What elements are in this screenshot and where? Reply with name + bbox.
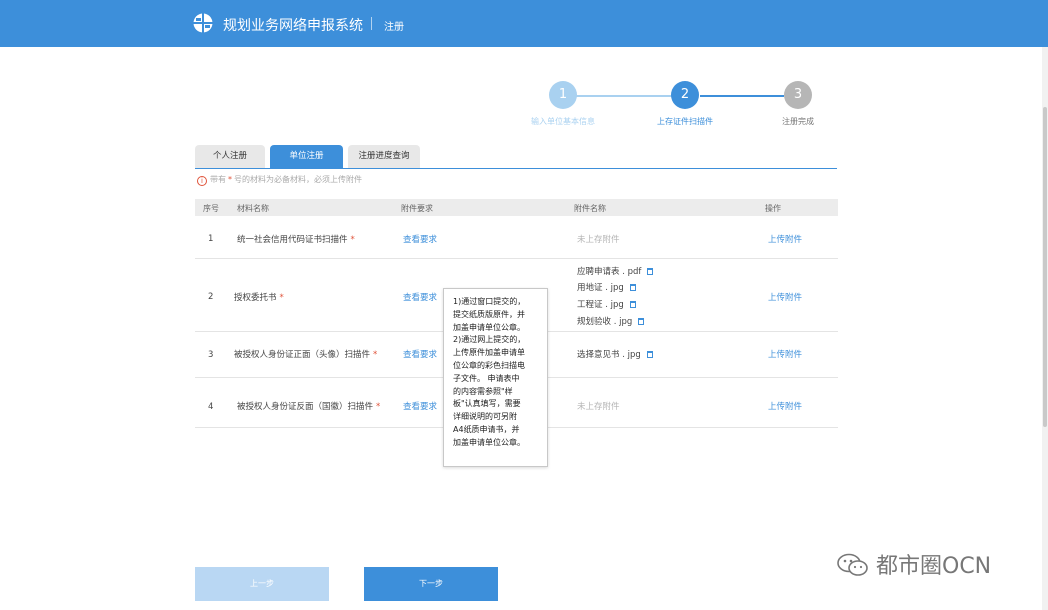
required-star: *	[279, 293, 284, 303]
notice-suffix: 号的材料为必备材料，必须上传附件	[234, 175, 362, 184]
material-name: 统一社会信用代码证书扫描件 *	[237, 233, 355, 245]
step-connector-1	[576, 95, 672, 97]
scroll-thumb[interactable]	[1043, 107, 1047, 427]
step-1-label: 输入单位基本信息	[531, 117, 595, 126]
upload-attachment-button[interactable]: 上传附件	[768, 348, 802, 360]
page-title: 注册	[384, 22, 404, 33]
attachment-file-name[interactable]: 规划验收 . jpg	[577, 317, 632, 327]
material-name-text: 被授权人身份证正面（头像）扫描件	[234, 350, 371, 360]
tooltip-line: 板"认真填写，需要	[453, 399, 521, 409]
tab-personal[interactable]: 个人注册	[195, 145, 265, 168]
top-bar: 规划业务网络申报系统 注册	[0, 0, 1048, 47]
row-index: 2	[208, 292, 214, 302]
notice-prefix: 带有	[210, 175, 226, 184]
table-header: 序号 材料名称 附件要求 附件名称 操作	[195, 199, 838, 216]
tooltip-line: 2)通过网上提交的，	[453, 335, 526, 345]
tooltip-line: 加盖申请单位公章。	[453, 322, 525, 332]
attachment-empty: 未上存附件	[577, 235, 620, 245]
material-name-text: 统一社会信用代码证书扫描件	[237, 235, 348, 245]
tooltip-line: 详细说明的可另附	[453, 412, 517, 422]
app-title: 规划业务网络申报系统	[223, 18, 363, 34]
requirement-tooltip: 1)通过窗口提交的， 提交纸质版原件，并 加盖申请单位公章。 2)通过网上提交的…	[443, 288, 548, 467]
material-name: 被授权人身份证反面（国徽）扫描件 *	[237, 400, 380, 412]
delete-icon[interactable]	[629, 284, 636, 291]
upload-attachment-button[interactable]: 上传附件	[768, 233, 802, 245]
delete-icon[interactable]	[638, 318, 645, 325]
required-star: *	[376, 402, 381, 412]
material-name: 被授权人身份证正面（头像）扫描件 *	[234, 348, 377, 360]
delete-icon[interactable]	[629, 301, 636, 308]
required-notice: i 带有 * 号的材料为必备材料，必须上传附件	[197, 174, 362, 186]
attachment-file-name[interactable]: 工程证 . jpg	[577, 300, 624, 310]
page-scrollbar[interactable]	[1042, 47, 1048, 610]
watermark-text: 都市圈OCN	[876, 554, 992, 579]
column-index: 序号	[203, 204, 219, 213]
tooltip-line: 上传原件加盖申请单	[453, 348, 525, 358]
tooltip-line: 位公章的彩色扫描电	[453, 360, 525, 370]
attachment-file-name[interactable]: 用地证 . jpg	[577, 283, 624, 293]
material-name-text: 被授权人身份证反面（国徽）扫描件	[237, 402, 374, 412]
attachment-file: 选择意见书 . jpg	[577, 348, 653, 360]
upload-attachment-button[interactable]: 上传附件	[768, 291, 802, 303]
prev-step-button[interactable]: 上一步	[195, 567, 329, 601]
attachment-empty: 未上存附件	[577, 402, 620, 412]
wechat-icon	[837, 553, 868, 576]
attachment-file: 用地证 . jpg	[577, 281, 636, 293]
app-logo-icon	[193, 13, 213, 33]
attachment-file: 工程证 . jpg	[577, 298, 636, 310]
step-3-label: 注册完成	[782, 117, 814, 126]
table-row: 1 统一社会信用代码证书扫描件 * 查看要求 未上存附件 上传附件	[195, 216, 838, 259]
view-requirement-link[interactable]: 查看要求	[403, 400, 437, 412]
step-connector-2	[700, 95, 784, 97]
row-index: 4	[208, 402, 214, 412]
material-name: 授权委托书 *	[234, 291, 284, 303]
required-star: *	[373, 350, 378, 360]
delete-icon[interactable]	[646, 351, 653, 358]
step-2-circle: 2	[671, 81, 699, 109]
tooltip-line: 的内容需参照"样	[453, 386, 513, 396]
column-requirement: 附件要求	[401, 204, 433, 213]
view-requirement-link[interactable]: 查看要求	[403, 291, 437, 303]
row-index: 1	[208, 234, 214, 244]
required-star: *	[228, 175, 232, 184]
attachment-file: 应聘申请表 . pdf	[577, 265, 654, 277]
tab-progress-query[interactable]: 注册进度查询	[348, 145, 420, 168]
attachment-file: 规划验收 . jpg	[577, 315, 645, 327]
attachment-file-name[interactable]: 选择意见书 . jpg	[577, 350, 641, 360]
tab-organization[interactable]: 单位注册	[270, 145, 343, 168]
title-divider	[371, 17, 372, 30]
step-2-label: 上存证件扫描件	[657, 117, 713, 126]
tooltip-line: 1)通过窗口提交的，	[453, 297, 526, 306]
column-attachment-name: 附件名称	[574, 204, 606, 213]
step-3-circle: 3	[784, 81, 812, 109]
attachment-file-name[interactable]: 应聘申请表 . pdf	[577, 267, 641, 277]
material-name-text: 授权委托书	[234, 293, 277, 303]
required-star: *	[350, 235, 355, 245]
tooltip-line: 子文件。 申请表中	[453, 373, 520, 383]
delete-icon[interactable]	[647, 268, 654, 275]
column-material-name: 材料名称	[237, 204, 269, 213]
tabs-underline	[195, 168, 837, 169]
step-1-circle: 1	[549, 81, 577, 109]
tooltip-line: 提交纸质版原件，并	[453, 309, 525, 319]
next-step-button[interactable]: 下一步	[364, 567, 498, 601]
watermark: 都市圈OCN	[836, 548, 991, 580]
row-index: 3	[208, 350, 214, 360]
upload-attachment-button[interactable]: 上传附件	[768, 400, 802, 412]
info-icon: i	[197, 176, 207, 186]
tooltip-line: A4纸质申请书，并	[453, 424, 520, 434]
view-requirement-link[interactable]: 查看要求	[403, 233, 437, 245]
view-requirement-link[interactable]: 查看要求	[403, 348, 437, 360]
column-action: 操作	[765, 204, 781, 213]
tooltip-line: 加盖申请单位公章。	[453, 437, 525, 447]
